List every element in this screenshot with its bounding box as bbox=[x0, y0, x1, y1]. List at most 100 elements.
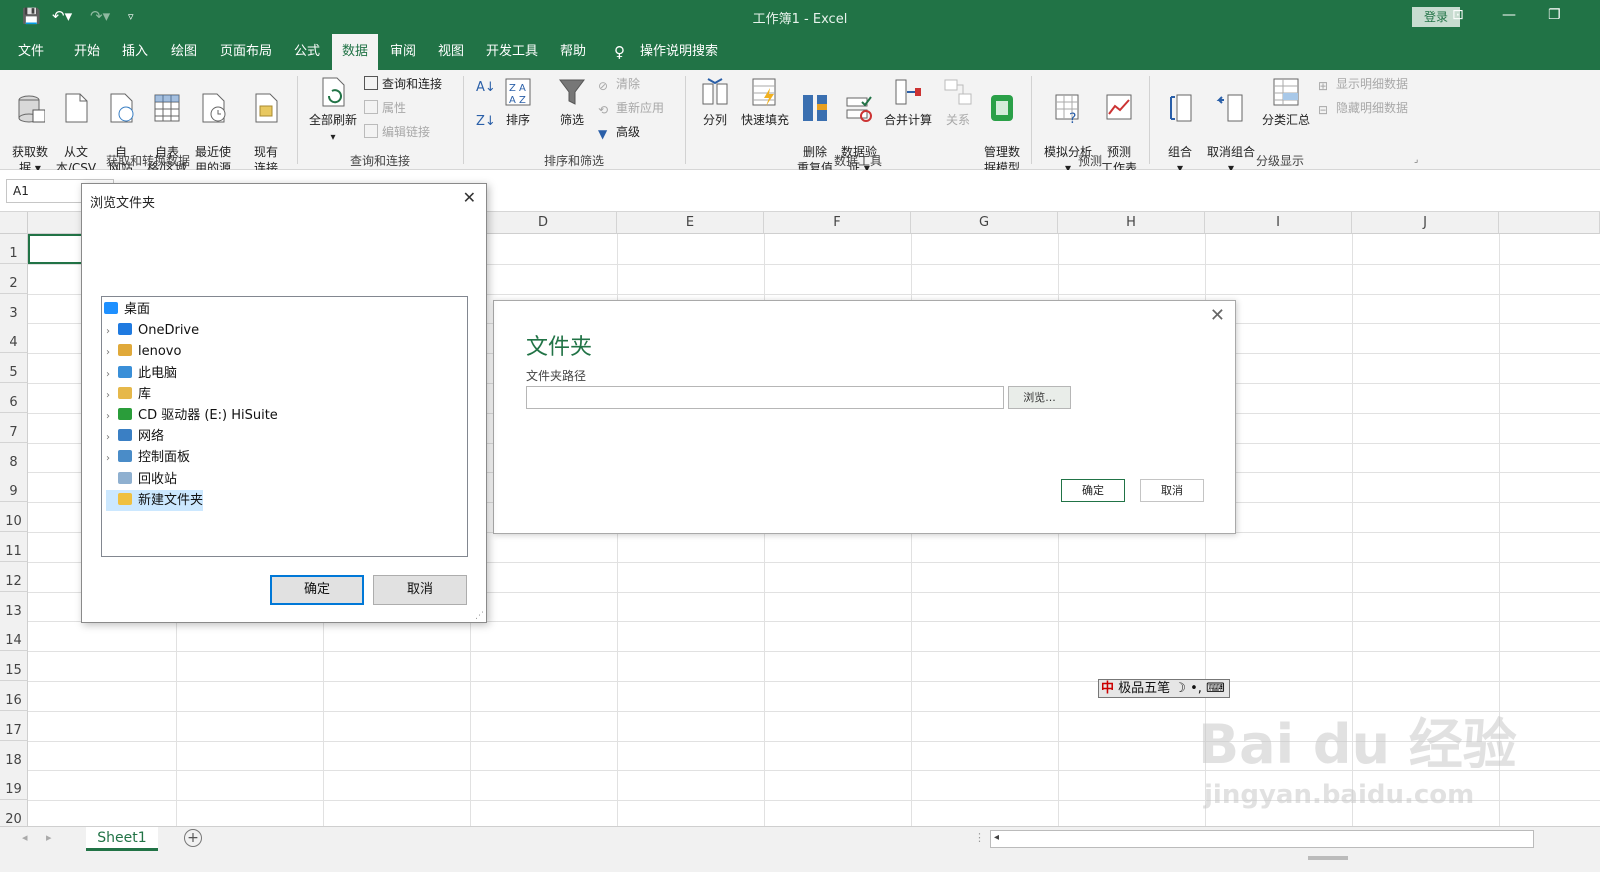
column-header-f[interactable]: F bbox=[764, 212, 911, 234]
tab-data[interactable]: 数据 bbox=[332, 34, 379, 70]
row-header-5[interactable]: 5 bbox=[0, 353, 28, 384]
column-header-i[interactable]: I bbox=[1205, 212, 1352, 234]
row-header-7[interactable]: 7 bbox=[0, 412, 28, 443]
tree-item[interactable]: › 此电脑 bbox=[106, 363, 177, 384]
expand-chevron-icon[interactable]: › bbox=[106, 406, 118, 427]
folder-cancel-button[interactable]: 取消 bbox=[1140, 479, 1204, 502]
row-header-2[interactable]: 2 bbox=[0, 263, 28, 294]
queries-connections-button[interactable]: 查询和连接 bbox=[364, 76, 442, 92]
row-header-15[interactable]: 15 bbox=[0, 651, 28, 682]
tree-item[interactable]: › 网络 bbox=[106, 426, 164, 447]
row-header-3[interactable]: 3 bbox=[0, 293, 28, 324]
horizontal-scrollbar[interactable]: ◂ bbox=[990, 830, 1534, 848]
browse-button[interactable]: 浏览... bbox=[1008, 386, 1071, 409]
scrollbar-left-arrow-icon[interactable]: ◂ bbox=[994, 832, 999, 843]
sheet-tab-sheet1[interactable]: Sheet1 bbox=[86, 827, 158, 851]
tab-home[interactable]: 开始 bbox=[74, 34, 100, 70]
show-detail-button[interactable]: ⊞ 显示明细数据 bbox=[1318, 76, 1408, 93]
maximize-icon[interactable]: ❐ bbox=[1548, 7, 1561, 23]
splitter-handle-icon[interactable]: ⋮ bbox=[974, 831, 985, 844]
sort-asc-button[interactable]: A↓ bbox=[476, 80, 496, 96]
expand-chevron-icon[interactable]: › bbox=[106, 448, 118, 469]
properties-button[interactable]: 属性 bbox=[364, 100, 406, 116]
sort-button[interactable]: Z AA Z 排序 bbox=[500, 76, 536, 128]
column-header-e[interactable]: E bbox=[617, 212, 764, 234]
advanced-filter-button[interactable]: ▼ 高级 bbox=[598, 124, 640, 141]
browse-ok-button[interactable]: 确定 bbox=[270, 575, 364, 605]
ribbon-display-icon[interactable]: ⊡ bbox=[1452, 7, 1464, 23]
tree-item[interactable]: › lenovo bbox=[106, 341, 181, 362]
expand-chevron-icon[interactable]: › bbox=[106, 321, 118, 342]
zoom-handle[interactable] bbox=[1308, 856, 1348, 860]
edit-links-button[interactable]: 编辑链接 bbox=[364, 124, 430, 140]
tab-review[interactable]: 审阅 bbox=[390, 34, 416, 70]
refresh-all-button[interactable]: 全部刷新 ▾ bbox=[304, 76, 362, 146]
ime-punct-icon[interactable]: •, bbox=[1190, 681, 1202, 696]
row-header-9[interactable]: 9 bbox=[0, 472, 28, 503]
tell-me-search[interactable]: 操作说明搜索 bbox=[640, 34, 718, 70]
folder-path-input[interactable] bbox=[526, 386, 1004, 409]
filter-button[interactable]: 筛选 bbox=[554, 76, 590, 128]
sort-desc-button[interactable]: Z↓ bbox=[476, 114, 496, 130]
tab-draw[interactable]: 绘图 bbox=[171, 34, 197, 70]
row-header-8[interactable]: 8 bbox=[0, 442, 28, 473]
expand-chevron-icon[interactable]: › bbox=[106, 385, 118, 406]
consolidate-button[interactable]: 合并计算 bbox=[882, 76, 934, 128]
column-header-k[interactable] bbox=[1499, 212, 1600, 234]
scroll-right-icon[interactable]: ▸ bbox=[46, 831, 52, 844]
row-header-19[interactable]: 19 bbox=[0, 770, 28, 801]
row-header-17[interactable]: 17 bbox=[0, 710, 28, 741]
relationships-button[interactable]: 关系 bbox=[940, 76, 976, 128]
text-to-columns-button[interactable]: 分列 bbox=[696, 76, 734, 128]
column-header-d[interactable]: D bbox=[470, 212, 617, 234]
ime-keyboard-icon[interactable]: ⌨ bbox=[1206, 681, 1225, 696]
tab-insert[interactable]: 插入 bbox=[122, 34, 148, 70]
folder-tree[interactable]: 桌面 › OneDrive › lenovo › 此电脑 › 库 › CD 驱动器 (E:) HiS… bbox=[101, 296, 468, 557]
ime-moon-icon[interactable]: ☽ bbox=[1174, 681, 1186, 696]
tree-item[interactable]: 新建文件夹 bbox=[106, 489, 204, 511]
row-header-10[interactable]: 10 bbox=[0, 502, 28, 533]
expand-chevron-icon[interactable]: › bbox=[106, 342, 118, 363]
tree-item[interactable]: › OneDrive bbox=[106, 320, 199, 341]
row-header-18[interactable]: 18 bbox=[0, 740, 28, 771]
tree-item[interactable]: 回收站 bbox=[106, 469, 177, 490]
ime-toolbar[interactable]: 中 极品五笔 ☽ •, ⌨ bbox=[1098, 679, 1230, 698]
column-header-j[interactable]: J bbox=[1352, 212, 1499, 234]
minimize-icon[interactable]: — bbox=[1502, 7, 1516, 23]
scroll-left-icon[interactable]: ◂ bbox=[22, 831, 28, 844]
folder-ok-button[interactable]: 确定 bbox=[1061, 479, 1125, 502]
subtotal-button[interactable]: 分类汇总 bbox=[1258, 76, 1314, 128]
close-icon[interactable]: ✕ bbox=[463, 188, 476, 207]
reapply-button[interactable]: ⟲ 重新应用 bbox=[598, 100, 664, 117]
row-header-11[interactable]: 11 bbox=[0, 532, 28, 562]
browse-cancel-button[interactable]: 取消 bbox=[373, 575, 467, 605]
tab-page-layout[interactable]: 页面布局 bbox=[220, 34, 272, 70]
tree-item[interactable]: › 控制面板 bbox=[106, 447, 190, 468]
tab-view[interactable]: 视图 bbox=[438, 34, 464, 70]
row-header-4[interactable]: 4 bbox=[0, 323, 28, 354]
row-header-12[interactable]: 12 bbox=[0, 561, 28, 592]
tab-file[interactable]: 文件 bbox=[18, 34, 44, 70]
tab-help[interactable]: 帮助 bbox=[560, 34, 586, 70]
tree-item[interactable]: › 库 bbox=[106, 384, 151, 405]
tab-developer[interactable]: 开发工具 bbox=[486, 34, 538, 70]
row-header-14[interactable]: 14 bbox=[0, 621, 28, 652]
row-header-16[interactable]: 16 bbox=[0, 681, 28, 711]
flash-fill-button[interactable]: 快速填充 bbox=[738, 76, 792, 128]
resize-grip-icon[interactable]: ⋰ bbox=[475, 611, 484, 621]
hide-detail-button[interactable]: ⊟ 隐藏明细数据 bbox=[1318, 100, 1408, 117]
expand-chevron-icon[interactable]: › bbox=[106, 427, 118, 448]
add-sheet-icon[interactable]: + bbox=[184, 829, 202, 847]
column-header-h[interactable]: H bbox=[1058, 212, 1205, 234]
tree-item[interactable]: › CD 驱动器 (E:) HiSuite bbox=[106, 405, 278, 426]
outline-dialog-launcher-icon[interactable]: ⌟ bbox=[1414, 152, 1418, 168]
row-header-1[interactable]: 1 bbox=[0, 234, 28, 264]
tree-item[interactable]: 桌面 bbox=[104, 299, 150, 320]
select-all-corner[interactable] bbox=[0, 212, 28, 234]
row-header-6[interactable]: 6 bbox=[0, 383, 28, 413]
close-icon[interactable]: ✕ bbox=[1210, 305, 1225, 326]
clear-filter-button[interactable]: ⊘ 清除 bbox=[598, 76, 640, 93]
expand-chevron-icon[interactable]: › bbox=[106, 364, 118, 385]
column-header-g[interactable]: G bbox=[911, 212, 1058, 234]
tab-formulas[interactable]: 公式 bbox=[294, 34, 320, 70]
